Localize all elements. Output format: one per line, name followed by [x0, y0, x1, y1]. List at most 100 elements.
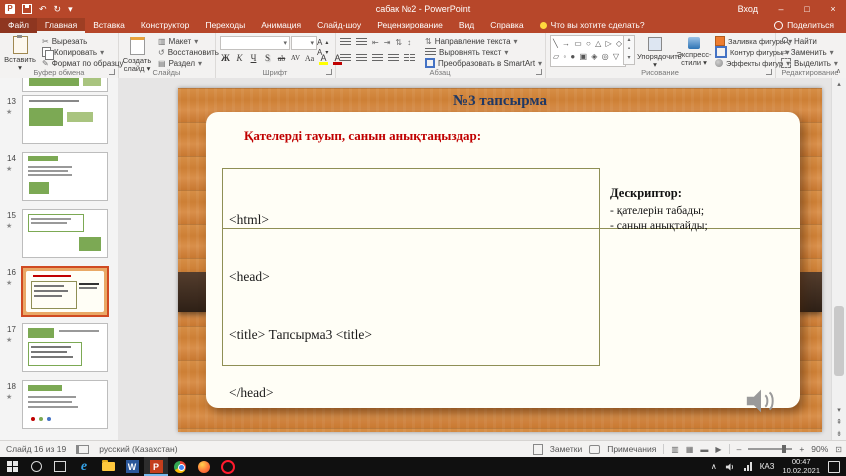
- slide-thumbnail[interactable]: [22, 78, 108, 92]
- tab-animations[interactable]: Анимация: [253, 18, 309, 33]
- scroll-up-icon[interactable]: ▴: [832, 80, 846, 88]
- qat-customize-caret-icon[interactable]: ▾: [68, 4, 73, 15]
- taskbar-app-opera[interactable]: [216, 457, 240, 476]
- replace-button[interactable]: ⇄ Заменить▾: [781, 47, 834, 57]
- task-view-button[interactable]: [48, 457, 72, 476]
- minimize-button[interactable]: –: [768, 0, 794, 18]
- character-spacing-button[interactable]: AV: [290, 54, 301, 62]
- proofing-icon[interactable]: [76, 445, 89, 454]
- bullets-icon[interactable]: [340, 38, 351, 46]
- font-dialog-launcher[interactable]: [326, 69, 332, 75]
- decrease-indent-icon[interactable]: ⇤: [372, 38, 379, 47]
- tray-volume-icon[interactable]: [725, 462, 736, 472]
- strikethrough-button[interactable]: ab: [276, 54, 287, 63]
- action-center-icon[interactable]: [828, 461, 840, 473]
- slide-thumbnail[interactable]: [22, 209, 108, 258]
- tab-home[interactable]: Главная: [37, 18, 85, 33]
- scroll-down-icon[interactable]: ▾: [832, 406, 846, 414]
- arrange-button[interactable]: Упорядочить ▾: [637, 35, 673, 69]
- start-slideshow-icon[interactable]: ↻: [54, 4, 62, 15]
- slide-sorter-view-button[interactable]: ▦: [686, 445, 694, 454]
- align-text-button[interactable]: Выровнять текст▾: [425, 47, 508, 57]
- start-button[interactable]: [0, 457, 24, 476]
- select-button[interactable]: Выделить▾: [781, 58, 838, 68]
- next-slide-button[interactable]: ⇟: [832, 430, 846, 438]
- copy-button[interactable]: Копировать ▾: [42, 47, 104, 57]
- font-name-combo[interactable]: ▾: [220, 36, 290, 50]
- tab-file[interactable]: Файл: [0, 18, 37, 33]
- close-button[interactable]: ×: [820, 0, 846, 18]
- slide-title[interactable]: №3 тапсырма: [178, 93, 822, 110]
- clipboard-dialog-launcher[interactable]: [109, 69, 115, 75]
- tab-review[interactable]: Рецензирование: [369, 18, 451, 33]
- layout-button[interactable]: ▥ Макет▾: [158, 36, 198, 46]
- section-button[interactable]: ▤ Раздел▾: [158, 58, 202, 68]
- tab-design[interactable]: Конструктор: [133, 18, 197, 33]
- tab-slideshow[interactable]: Слайд-шоу: [309, 18, 369, 33]
- grow-font-button[interactable]: A▴: [317, 37, 328, 47]
- taskbar-app-word[interactable]: W: [120, 457, 144, 476]
- underline-button[interactable]: Ч: [248, 53, 259, 63]
- tray-expand-icon[interactable]: ∧: [711, 462, 717, 471]
- drawing-dialog-launcher[interactable]: [766, 69, 772, 75]
- descriptor-textbox[interactable]: Дескриптор: - қателерін табады; - санын …: [610, 186, 790, 234]
- comments-button[interactable]: Примечания: [607, 444, 656, 454]
- tab-transitions[interactable]: Переходы: [197, 18, 253, 33]
- align-left-icon[interactable]: [340, 54, 351, 62]
- taskbar-app-firefox[interactable]: [192, 457, 216, 476]
- find-button[interactable]: Найти: [781, 36, 817, 46]
- previous-slide-button[interactable]: ⇞: [832, 418, 846, 426]
- taskbar-app-explorer[interactable]: [96, 457, 120, 476]
- align-center-icon[interactable]: [356, 54, 367, 62]
- zoom-slider-thumb[interactable]: [782, 445, 786, 453]
- tell-me-box[interactable]: Что вы хотите сделать?: [532, 18, 653, 33]
- text-shadow-button[interactable]: S: [262, 53, 273, 63]
- cut-button[interactable]: ✂ Вырезать: [42, 36, 87, 46]
- taskbar-app-chrome[interactable]: [168, 457, 192, 476]
- numbering-icon[interactable]: [356, 38, 367, 46]
- tab-view[interactable]: Вид: [451, 18, 482, 33]
- taskbar-app-powerpoint[interactable]: P: [144, 457, 168, 476]
- justify-icon[interactable]: [388, 54, 399, 62]
- columns-icon[interactable]: [404, 54, 415, 62]
- tray-clock[interactable]: 00:47 10.02.2021: [782, 458, 820, 475]
- save-icon[interactable]: [22, 4, 32, 14]
- convert-smartart-button[interactable]: Преобразовать в SmartArt▾: [425, 58, 542, 68]
- tab-insert[interactable]: Вставка: [85, 18, 133, 33]
- slide-thumbnail[interactable]: [22, 323, 108, 372]
- font-size-combo[interactable]: ▾: [291, 36, 317, 50]
- slideshow-view-button[interactable]: ▶: [715, 445, 721, 454]
- undo-icon[interactable]: ↶: [39, 4, 47, 15]
- slide-thumbnail[interactable]: [22, 152, 108, 201]
- shapes-gallery[interactable]: ╲ → ▭ ○ △ ▷ ◇ ☆ ▱ ◦ ● ▣ ◈ ◎ ▽ ■: [550, 35, 626, 67]
- paste-button[interactable]: Вставить▾: [2, 35, 38, 72]
- language-indicator[interactable]: русский (Казахстан): [99, 444, 177, 454]
- line-spacing-icon[interactable]: ↕: [407, 38, 411, 47]
- bold-button[interactable]: Ж: [220, 53, 231, 63]
- tray-network-icon[interactable]: [744, 462, 752, 471]
- sign-in-button[interactable]: Вход: [728, 4, 768, 14]
- shapes-gallery-scroll[interactable]: ▴ ▪ ▾: [623, 35, 635, 65]
- zoom-out-button[interactable]: –: [737, 444, 742, 454]
- increase-indent-icon[interactable]: ⇥: [384, 38, 391, 47]
- tab-help[interactable]: Справка: [482, 18, 531, 33]
- share-button[interactable]: Поделиться: [762, 18, 846, 33]
- fit-to-window-button[interactable]: ⊡: [835, 445, 842, 454]
- reset-button[interactable]: ↺ Восстановить: [158, 47, 219, 57]
- taskbar-search-button[interactable]: [24, 457, 48, 476]
- slide-thumbnail[interactable]: [22, 380, 108, 429]
- tray-language-indicator[interactable]: КАЗ: [760, 462, 775, 471]
- zoom-in-button[interactable]: +: [799, 444, 804, 454]
- text-direction-button[interactable]: ⇅ Направление текста▾: [425, 36, 518, 46]
- format-painter-button[interactable]: ✎ Формат по образцу: [42, 58, 123, 68]
- zoom-slider[interactable]: [748, 448, 792, 450]
- task-heading[interactable]: Қателерді тауып, санын анықтаңыздар:: [244, 128, 481, 144]
- collapse-ribbon-icon[interactable]: ∧: [836, 67, 841, 75]
- highlight-color-button[interactable]: A: [318, 54, 329, 63]
- code-textbox[interactable]: <html> <head> <title> Тапсырма3 <title> …: [222, 168, 600, 366]
- scrollbar-thumb[interactable]: [834, 306, 844, 376]
- notes-button[interactable]: Заметки: [550, 444, 583, 454]
- slide-thumbnail-current[interactable]: [21, 266, 109, 317]
- text-direction-icon[interactable]: ⇅: [395, 38, 402, 47]
- change-case-button[interactable]: Aa: [304, 54, 315, 63]
